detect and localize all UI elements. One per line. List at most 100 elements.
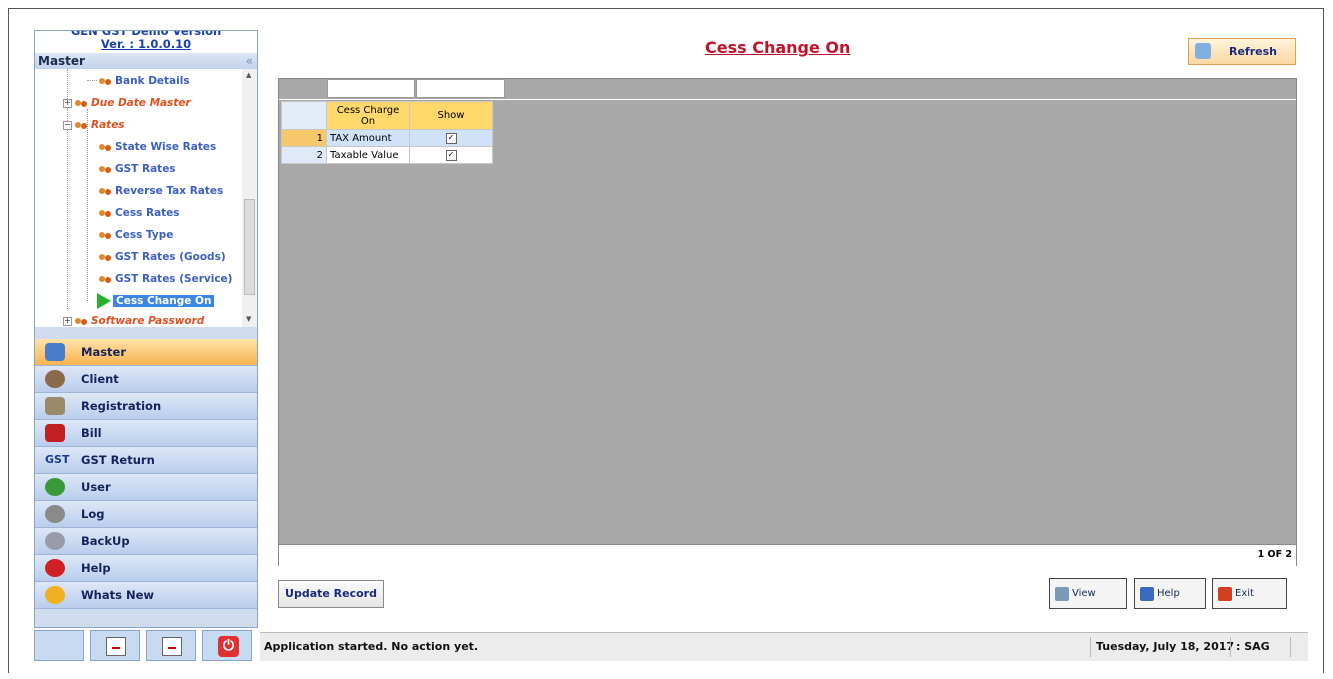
node-icon [75, 317, 88, 326]
exit-button[interactable]: Exit [1212, 578, 1287, 609]
update-record-button[interactable]: Update Record [278, 580, 384, 608]
view-button[interactable]: View [1049, 578, 1127, 609]
exit-label: Exit [1235, 588, 1254, 599]
column-header[interactable]: Cess Charge On [326, 101, 410, 130]
tree-item-state-wise-rates[interactable]: State Wise Rates [99, 137, 216, 157]
nav-log[interactable]: Log [35, 501, 257, 528]
cell-show[interactable]: ✓ [409, 146, 493, 164]
tree-item-cess-rates[interactable]: Cess Rates [99, 203, 180, 223]
status-separator [1290, 637, 1291, 657]
nav-label: Client [81, 372, 119, 386]
help-button[interactable]: Help [1134, 578, 1206, 609]
restore-window-button[interactable] [146, 630, 196, 661]
tree-item-bank-details[interactable]: Bank Details [99, 71, 190, 91]
scroll-up-icon[interactable]: ▲ [246, 71, 251, 79]
filter-cell[interactable] [327, 79, 415, 98]
nav-backup[interactable]: BackUp [35, 528, 257, 555]
log-icon [45, 505, 65, 523]
nav-bill[interactable]: Bill [35, 420, 257, 447]
tree-item-gst-rates-service[interactable]: GST Rates (Service) [99, 269, 232, 289]
tree-item-gst-rates[interactable]: GST Rates [99, 159, 176, 179]
refresh-icon [1195, 43, 1211, 59]
backup-icon [45, 532, 65, 550]
collapse-node-icon[interactable]: − [63, 121, 72, 130]
tree-label: Cess Type [115, 229, 174, 241]
tree-item-reverse-tax-rates[interactable]: Reverse Tax Rates [99, 181, 223, 201]
tree-label: State Wise Rates [115, 141, 217, 153]
scroll-thumb[interactable] [244, 199, 255, 295]
tree-item-software-password[interactable]: Software Password [75, 311, 204, 327]
expand-icon[interactable]: + [63, 99, 72, 108]
bill-icon [45, 424, 65, 442]
tree-label-selected: Cess Change On [113, 295, 215, 307]
cell-show[interactable]: ✓ [409, 129, 493, 147]
power-button[interactable]: ⏻ [202, 630, 252, 661]
nav-label: Registration [81, 399, 162, 413]
tree-scrollbar[interactable]: ▲ ▼ [242, 69, 257, 327]
row-number: 1 [281, 129, 327, 147]
tree-item-cess-type[interactable]: Cess Type [99, 225, 173, 245]
help-label: Help [1157, 588, 1180, 599]
node-icon [99, 77, 112, 86]
new-icon [45, 586, 65, 604]
filter-cell[interactable] [416, 79, 505, 98]
help-icon [45, 559, 65, 577]
tree-line [87, 80, 97, 81]
expand-icon[interactable]: + [63, 317, 72, 326]
node-icon [99, 187, 112, 196]
nav-user[interactable]: User [35, 474, 257, 501]
nav-gst-return[interactable]: GST GST Return [35, 447, 257, 474]
tree-item-cess-change-on[interactable]: Cess Change On [97, 291, 215, 311]
status-separator [1230, 637, 1231, 657]
exit-icon [1218, 587, 1232, 601]
refresh-button[interactable]: Refresh [1188, 38, 1296, 65]
table-row[interactable]: 2 Taxable Value ✓ [281, 146, 493, 164]
tree-label: Bank Details [115, 75, 190, 87]
grid-divider [279, 99, 1296, 100]
status-message: Application started. No action yet. [264, 640, 479, 653]
row-number: 2 [281, 146, 327, 164]
table-row[interactable]: 1 TAX Amount ✓ [281, 129, 493, 147]
nav-client[interactable]: Client [35, 366, 257, 393]
version-header: GEN GST Demo Version Ver. : 1.0.0.10 [35, 31, 257, 53]
view-icon [1055, 587, 1069, 601]
scroll-down-icon[interactable]: ▼ [246, 315, 251, 323]
nav-label: User [81, 480, 111, 494]
tree-item-rates[interactable]: Rates [75, 115, 125, 135]
tree-item-due-date-master[interactable]: Due Date Master [75, 93, 191, 113]
show-checkbox[interactable]: ✓ [445, 150, 457, 161]
master-tree: Bank Details + Due Date Master − Rates S… [35, 69, 257, 327]
tree-label: GST Rates [115, 163, 176, 175]
corner-cell[interactable] [281, 101, 327, 130]
grid-table: Cess Charge On Show 1 TAX Amount ✓ 2 Tax… [281, 101, 493, 164]
help-icon [1140, 587, 1154, 601]
nav-registration[interactable]: Registration [35, 393, 257, 420]
client-icon [45, 370, 65, 388]
minimize-window-button[interactable] [90, 630, 140, 661]
blank-button[interactable] [34, 630, 84, 661]
cell-cess-charge-on[interactable]: TAX Amount [326, 129, 410, 147]
tree-label: Cess Rates [115, 207, 180, 219]
column-header[interactable]: Show [409, 101, 493, 130]
tree-item-gst-rates-goods[interactable]: GST Rates (Goods) [99, 247, 226, 267]
collapse-icon[interactable]: « [246, 53, 253, 69]
node-icon [75, 121, 88, 130]
play-icon [97, 293, 111, 309]
status-user: : SAG [1236, 640, 1270, 653]
nav-label: Log [81, 507, 105, 521]
refresh-label: Refresh [1229, 45, 1277, 58]
bottom-left-toolbar: ⏻ [34, 630, 258, 662]
nav-label: Help [81, 561, 111, 575]
nav-label: BackUp [81, 534, 130, 548]
version-label: Ver. : 1.0.0.10 [100, 37, 192, 51]
left-panel: GEN GST Demo Version Ver. : 1.0.0.10 Mas… [34, 30, 258, 628]
nav-label: GST Return [81, 453, 155, 467]
show-checkbox[interactable]: ✓ [445, 133, 457, 144]
nav-whats-new[interactable]: Whats New [35, 582, 257, 609]
nav-menu: Master Client Registration Bill GST GST R… [35, 339, 257, 609]
nav-help[interactable]: Help [35, 555, 257, 582]
nav-master[interactable]: Master [35, 339, 257, 366]
cell-cess-charge-on[interactable]: Taxable Value [326, 146, 410, 164]
nav-label: Master [81, 345, 127, 359]
node-icon [99, 275, 112, 284]
